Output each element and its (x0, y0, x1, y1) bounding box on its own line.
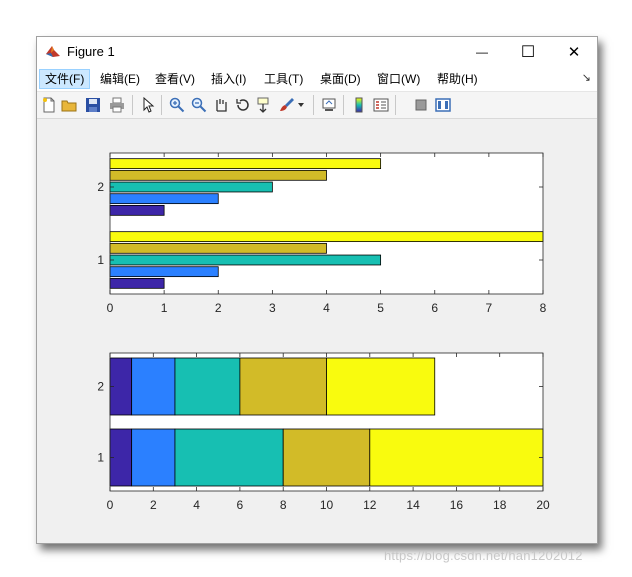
axes-grouped-bar[interactable]: 0 1 2 3 4 5 6 7 8 1 2 (97, 152, 547, 315)
x-tick-label: 18 (493, 498, 507, 512)
bar-series-5-cat-1 (109, 231, 544, 243)
bar-series-2-cat-1 (109, 266, 219, 278)
rotate-3d-icon[interactable] (234, 96, 252, 114)
bar-series-1-cat-1 (109, 277, 165, 289)
x-tick-label: 6 (237, 498, 244, 512)
bar-series-4-cat-1 (109, 242, 327, 254)
x-tick-label: 6 (431, 301, 438, 315)
y-tick-label: 1 (97, 451, 104, 465)
insert-legend-icon[interactable] (372, 96, 390, 114)
x-tick-label: 4 (193, 498, 200, 512)
x-tick-label: 0 (107, 301, 114, 315)
menu-tools[interactable]: 工具(T) (259, 70, 308, 88)
maximize-icon: ☐ (520, 44, 536, 61)
minimize-icon: — (476, 45, 488, 59)
toolbar-separator (395, 95, 396, 115)
close-icon: ✕ (567, 44, 581, 61)
bar-series-1-cat-2 (109, 204, 165, 216)
bar-series-5-cat-2 (109, 158, 382, 170)
figure-toolbar (37, 92, 597, 119)
matlab-logo-icon (46, 46, 60, 57)
x-tick-label: 16 (450, 498, 464, 512)
toolbar-separator (343, 95, 344, 115)
x-tick-label: 4 (323, 301, 330, 315)
x-tick-label: 1 (161, 301, 168, 315)
stacked-segment-5-cat-2 (326, 357, 436, 416)
window-title: Figure 1 (67, 44, 115, 59)
y-tick-label: 2 (97, 380, 104, 394)
menu-help[interactable]: 帮助(H) (432, 70, 483, 88)
x-tick-label: 14 (406, 498, 420, 512)
x-tick-label: 10 (320, 498, 334, 512)
open-file-icon[interactable] (60, 96, 78, 114)
bar-series-4-cat-2 (109, 169, 327, 181)
stacked-segment-2-cat-2 (131, 357, 176, 416)
menu-file[interactable]: 文件(F) (39, 69, 91, 89)
stacked-segment-2-cat-1 (131, 428, 176, 487)
menu-overflow-icon[interactable]: ↘ (582, 71, 591, 84)
maximize-button[interactable]: ☐ (505, 37, 551, 67)
close-button[interactable]: ✕ (551, 37, 597, 67)
toolbar-separator (161, 95, 162, 115)
brush-icon[interactable] (278, 96, 296, 114)
x-tick-label: 0 (107, 498, 114, 512)
save-icon[interactable] (84, 96, 102, 114)
data-cursor-icon[interactable] (256, 96, 274, 114)
plot-area: 0 1 2 3 4 5 6 7 812 0 2 4 6 8 10 12 14 16 18 2012 (97, 152, 550, 512)
link-plot-icon[interactable] (320, 96, 338, 114)
pan-hand-icon[interactable] (212, 96, 230, 114)
edit-plot-arrow-icon[interactable] (139, 96, 157, 114)
menu-edit[interactable]: 编辑(E) (95, 70, 145, 88)
stacked-segment-3-cat-2 (174, 357, 241, 416)
x-tick-label: 2 (150, 498, 157, 512)
menu-insert[interactable]: 插入(I) (206, 70, 251, 88)
stacked-segment-4-cat-2 (239, 357, 327, 416)
toolbar-separator (132, 95, 133, 115)
insert-colorbar-icon[interactable] (350, 96, 368, 114)
print-icon[interactable] (108, 96, 126, 114)
minimize-button[interactable]: — (459, 37, 505, 67)
y-tick-label: 2 (97, 180, 104, 194)
x-tick-label: 3 (269, 301, 276, 315)
watermark-text: https://blog.csdn.net/han1202012 (384, 548, 583, 563)
zoom-in-icon[interactable] (168, 96, 186, 114)
x-tick-label: 7 (486, 301, 493, 315)
x-tick-label: 20 (536, 498, 550, 512)
bar-series-3-cat-1 (109, 254, 382, 266)
stacked-segment-5-cat-1 (369, 428, 544, 487)
toolbar-separator (313, 95, 314, 115)
brush-dropdown-icon[interactable] (296, 96, 306, 114)
menu-bar: 文件(F) 编辑(E) 查看(V) 插入(I) 工具(T) 桌面(D) 窗口(W… (37, 67, 597, 92)
y-tick-label: 1 (97, 253, 104, 267)
title-bar: Figure 1 — ☐ ✕ (37, 37, 597, 67)
axes-stacked-bar[interactable]: 0 2 4 6 8 10 12 14 16 18 2012 (97, 352, 550, 512)
bar-series-3-cat-2 (109, 181, 273, 193)
menu-window[interactable]: 窗口(W) (372, 70, 425, 88)
x-tick-label: 2 (215, 301, 222, 315)
figure-window: Figure 1 — ☐ ✕ 文件(F) 编辑(E) 查看(V) 插入(I) 工… (36, 36, 598, 544)
show-plot-tools-icon[interactable] (434, 96, 452, 114)
stacked-segment-4-cat-1 (282, 428, 371, 487)
x-tick-label: 8 (540, 301, 547, 315)
x-tick-label: 8 (280, 498, 287, 512)
hide-plot-tools-icon[interactable] (412, 96, 430, 114)
menu-desktop[interactable]: 桌面(D) (315, 70, 366, 88)
menu-view[interactable]: 查看(V) (150, 70, 200, 88)
x-tick-label: 12 (363, 498, 377, 512)
new-figure-icon[interactable] (40, 96, 58, 114)
stacked-segment-3-cat-1 (174, 428, 284, 487)
bar-series-2-cat-2 (109, 193, 219, 205)
x-tick-label: 5 (377, 301, 384, 315)
zoom-out-icon[interactable] (190, 96, 208, 114)
